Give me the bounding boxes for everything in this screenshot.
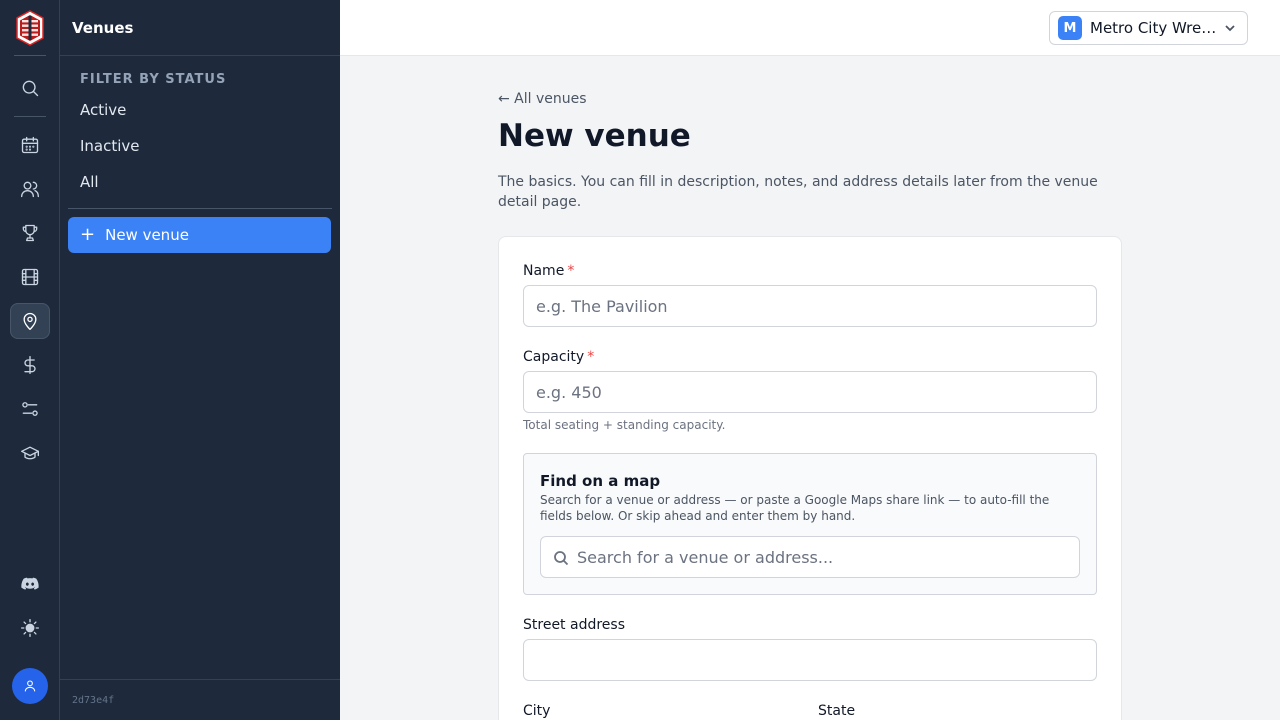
map-lookup-panel: Find on a map Search for a venue or addr… bbox=[523, 453, 1097, 595]
search-icon bbox=[22, 80, 39, 97]
app-logo-icon[interactable] bbox=[15, 10, 45, 46]
back-to-venues-link[interactable]: ← All venues bbox=[498, 91, 587, 107]
venues-sidebar: Venues FILTER BY STATUS Active Inactive … bbox=[60, 0, 340, 720]
rail-discord-button[interactable] bbox=[10, 566, 50, 602]
chevron-down-icon bbox=[1225, 25, 1235, 32]
rail-divider bbox=[14, 116, 46, 117]
map-lookup-title: Find on a map bbox=[540, 472, 661, 490]
page-title: New venue bbox=[498, 118, 691, 154]
rail-calendar-button[interactable] bbox=[10, 127, 50, 163]
rail-settings-button[interactable] bbox=[10, 391, 50, 427]
capacity-hint: Total seating + standing capacity. bbox=[523, 418, 726, 432]
city-label: City bbox=[523, 703, 551, 719]
capacity-label-text: Capacity bbox=[523, 349, 585, 365]
rail-search-button[interactable] bbox=[10, 70, 50, 106]
map-search-input[interactable] bbox=[577, 537, 1073, 577]
filter-inactive[interactable]: Inactive bbox=[80, 137, 140, 155]
trophy-icon bbox=[22, 224, 38, 242]
sidebar-header: Venues bbox=[60, 0, 340, 56]
filter-section-label: FILTER BY STATUS bbox=[80, 72, 227, 87]
search-icon bbox=[554, 551, 569, 566]
map-search-field[interactable] bbox=[540, 536, 1080, 578]
new-venue-button[interactable]: + New venue bbox=[68, 217, 331, 253]
graduation-cap-icon bbox=[21, 446, 39, 460]
name-input[interactable] bbox=[523, 285, 1097, 327]
street-address-input[interactable] bbox=[523, 639, 1097, 681]
required-marker: * bbox=[567, 263, 575, 279]
user-avatar-button[interactable] bbox=[12, 668, 48, 704]
top-bar: M Metro City Wrestling bbox=[340, 0, 1280, 56]
filter-active[interactable]: Active bbox=[80, 101, 126, 119]
capacity-input[interactable] bbox=[523, 371, 1097, 413]
build-version: 2d73e4f bbox=[72, 694, 115, 706]
rail-theme-button[interactable] bbox=[10, 610, 50, 646]
plus-icon: + bbox=[80, 224, 96, 245]
map-lookup-description: Search for a venue or address — or paste… bbox=[540, 493, 1050, 523]
state-label: State bbox=[818, 703, 856, 719]
sidebar-title: Venues bbox=[72, 18, 134, 37]
rail-titles-button[interactable] bbox=[10, 215, 50, 251]
rail-finance-button[interactable] bbox=[10, 347, 50, 383]
film-icon bbox=[21, 268, 39, 286]
rail-venues-button[interactable] bbox=[10, 303, 50, 339]
new-venue-label: New venue bbox=[105, 226, 189, 244]
name-label: Name * bbox=[523, 263, 574, 279]
street-address-label: Street address bbox=[523, 617, 625, 633]
org-name: Metro City Wrestling bbox=[1090, 19, 1218, 37]
required-marker: * bbox=[587, 349, 595, 365]
icon-rail bbox=[0, 0, 60, 720]
page-subtitle: The basics. You can fill in description,… bbox=[498, 174, 1098, 210]
rail-roster-button[interactable] bbox=[10, 171, 50, 207]
rail-training-button[interactable] bbox=[10, 435, 50, 471]
rail-media-button[interactable] bbox=[10, 259, 50, 295]
rail-divider bbox=[14, 55, 46, 56]
discord-icon bbox=[21, 577, 39, 590]
sidebar-divider bbox=[68, 208, 332, 209]
sliders-icon bbox=[22, 402, 38, 416]
filter-all[interactable]: All bbox=[80, 173, 99, 191]
user-icon bbox=[24, 680, 36, 692]
sidebar-footer: 2d73e4f bbox=[60, 679, 340, 720]
name-label-text: Name bbox=[523, 263, 565, 279]
users-icon bbox=[21, 181, 39, 198]
map-pin-icon bbox=[23, 312, 37, 330]
new-venue-form: Name* Capacity* Total seating + standing… bbox=[498, 236, 1122, 720]
capacity-label: Capacity * bbox=[523, 349, 594, 365]
org-switcher[interactable]: M Metro City Wrestling bbox=[1049, 11, 1248, 45]
dollar-icon bbox=[24, 356, 36, 374]
sun-icon bbox=[21, 619, 39, 637]
calendar-icon bbox=[21, 136, 39, 154]
org-badge: M bbox=[1058, 16, 1082, 40]
